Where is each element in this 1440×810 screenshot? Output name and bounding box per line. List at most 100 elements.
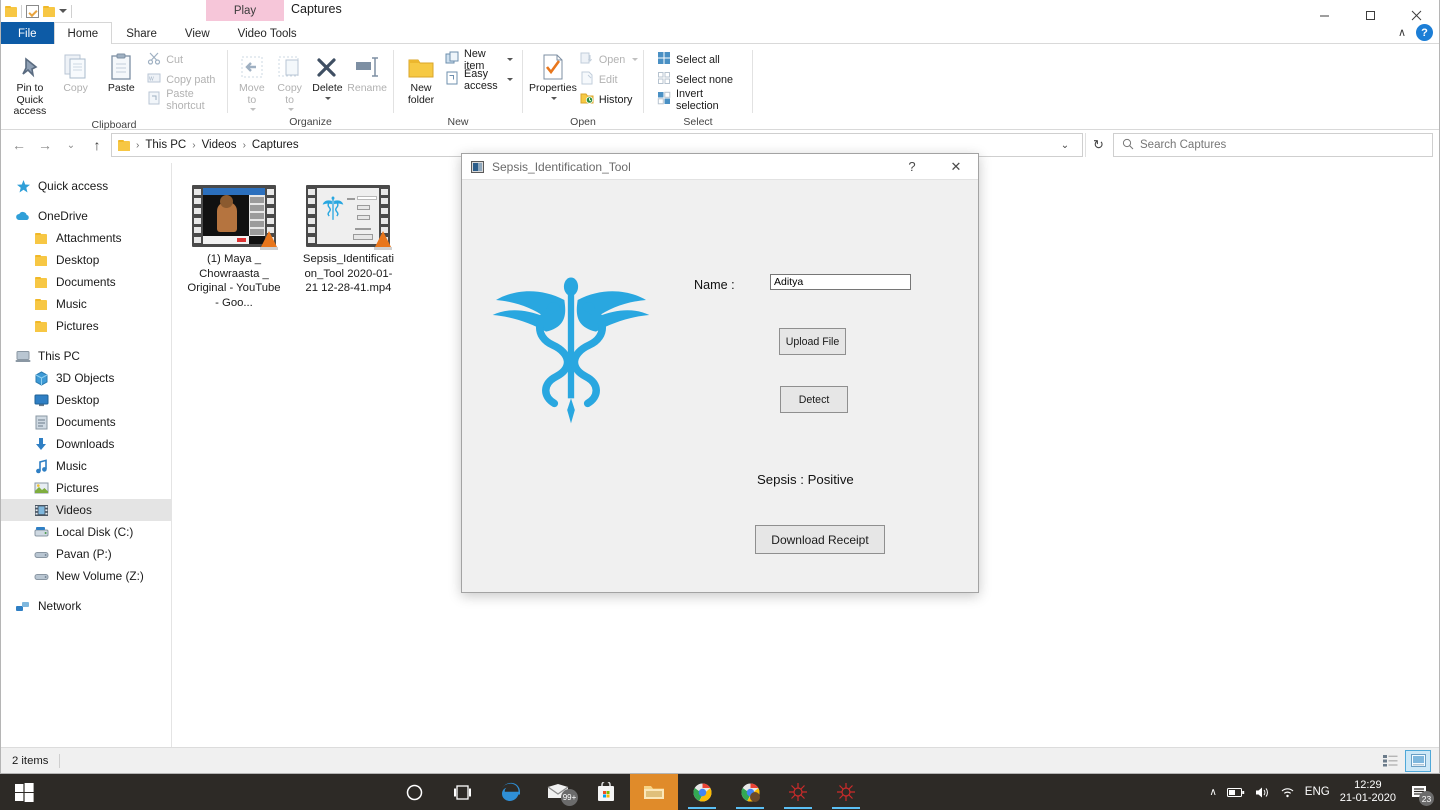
copy-to-button[interactable]: Copy to [272,48,308,111]
chevron-down-icon[interactable] [507,58,513,61]
sidebar-item-documents[interactable]: Documents [1,411,171,433]
show-hidden-icons-button[interactable]: ∧ [1209,787,1216,798]
sidebar-item-pavan-p[interactable]: Pavan (P:) [1,543,171,565]
chevron-down-icon[interactable] [249,108,256,111]
chrome-icon[interactable] [678,774,726,810]
clock[interactable]: 12:29 21-01-2020 [1340,779,1396,805]
microsoft-store-icon[interactable] [582,774,630,810]
sidebar-item-onedrive-music[interactable]: Music [1,293,171,315]
sidebar-item-onedrive-pictures[interactable]: Pictures [1,315,171,337]
file-item[interactable]: Sepsis_Identification_Tool 2020-01-21 12… [300,185,396,296]
open-button[interactable]: Open [577,50,641,69]
address-dropdown-icon[interactable]: ⌄ [1054,133,1076,157]
sidebar-item-onedrive[interactable]: OneDrive [1,205,171,227]
tab-share[interactable]: Share [112,22,171,44]
language-indicator[interactable]: ENG [1305,786,1330,798]
search-box[interactable]: Search Captures [1113,133,1433,157]
sidebar-item-desktop[interactable]: Desktop [1,389,171,411]
task-view-icon[interactable] [438,774,486,810]
sidebar-item-local-disk-c[interactable]: Local Disk (C:) [1,521,171,543]
customize-caret-icon[interactable] [59,9,67,13]
chevron-down-icon[interactable] [287,108,294,111]
forward-button[interactable]: → [33,133,57,157]
file-explorer-icon[interactable] [630,774,678,810]
notification-icon[interactable]: 23 [1406,779,1434,806]
upload-file-button[interactable]: Upload File [779,328,846,355]
tab-file[interactable]: File [1,22,54,44]
sidebar-item-this-pc[interactable]: This PC [1,345,171,367]
tab-home[interactable]: Home [53,22,113,44]
large-icons-view-button[interactable] [1405,749,1431,772]
sidebar-item-music[interactable]: Music [1,455,171,477]
name-input[interactable] [770,274,911,290]
edit-button[interactable]: Edit [577,70,641,89]
edit-label: Edit [598,73,618,86]
new-item-button[interactable]: New item [442,48,516,72]
sidebar-item-onedrive-documents[interactable]: Documents [1,271,171,293]
download-receipt-button[interactable]: Download Receipt [755,525,885,554]
cut-button[interactable]: Cut [144,50,221,69]
details-view-button[interactable] [1377,750,1403,772]
sidebar-item-downloads[interactable]: Downloads [1,433,171,455]
breadcrumb-item-this-pc[interactable]: This PC [143,139,188,151]
sidebar-label: New Volume (Z:) [56,569,144,583]
breadcrumb-item-captures[interactable]: Captures [250,139,301,151]
tab-video-tools[interactable]: Video Tools [224,22,311,44]
dialog-close-button[interactable]: ✕ [934,154,978,180]
sidebar-item-videos[interactable]: Videos [1,499,171,521]
edge-icon[interactable] [486,774,534,810]
quick-access-toolbar [5,2,72,20]
file-item[interactable]: (1) Maya _ Chowraasta _ Original - YouTu… [186,185,282,310]
copy-button[interactable]: Copy [53,48,99,95]
easy-access-button[interactable]: Easy access [442,68,516,92]
help-icon[interactable]: ? [1416,24,1433,41]
select-none-button[interactable]: Select none [654,70,746,89]
chrome-profile-icon[interactable] [726,774,774,810]
sidebar-item-pictures[interactable]: Pictures [1,477,171,499]
properties-button[interactable]: Properties [529,48,577,100]
wifi-icon[interactable] [1280,786,1295,798]
copy-path-button[interactable]: W Copy path [144,70,221,89]
collapse-ribbon-icon[interactable]: ∧ [1398,26,1406,39]
pin-to-quick-access-button[interactable]: Pin to Quick access [7,48,53,118]
sidebar-item-quick-access[interactable]: Quick access [1,175,171,197]
sidebar-item-3d-objects[interactable]: 3D Objects [1,367,171,389]
chevron-down-icon[interactable] [632,58,639,61]
back-button[interactable]: ← [7,133,31,157]
dialog-help-button[interactable]: ? [890,154,934,180]
chevron-down-icon[interactable] [550,96,557,100]
rename-button[interactable]: Rename [347,48,387,95]
paste-button[interactable]: Paste [98,48,144,95]
battery-icon[interactable] [1226,787,1245,798]
move-to-button[interactable]: Move to [234,48,270,111]
up-button[interactable]: ↑ [85,133,109,157]
invert-selection-button[interactable]: Invert selection [654,88,746,112]
sidebar-item-onedrive-desktop[interactable]: Desktop [1,249,171,271]
sidebar-item-new-volume-z[interactable]: New Volume (Z:) [1,565,171,587]
volume-icon[interactable] [1255,786,1270,799]
refresh-button[interactable]: ↻ [1085,133,1111,157]
start-button[interactable] [0,774,48,810]
properties-check-icon[interactable] [26,4,39,18]
history-button[interactable]: History [577,90,641,109]
sidebar-item-attachments[interactable]: Attachments [1,227,171,249]
tab-view[interactable]: View [171,22,224,44]
cortana-icon[interactable] [390,774,438,810]
chevron-down-icon[interactable] [325,96,332,100]
select-all-button[interactable]: Select all [654,50,746,69]
breadcrumb-item-videos[interactable]: Videos [200,139,239,151]
mail-icon[interactable]: 99+ [534,774,582,810]
chevron-down-icon[interactable] [507,78,513,81]
sepsis-identification-tool-dialog: Sepsis_Identification_Tool ? ✕ Name: Ad… [461,153,979,593]
new-folder-button[interactable]: New folder [400,48,442,106]
folder-icon[interactable] [5,5,17,17]
detect-button[interactable]: Detect [780,386,848,413]
new-folder-icon[interactable] [43,5,55,17]
paste-shortcut-button[interactable]: Paste shortcut [144,88,221,112]
delete-button[interactable]: Delete [310,48,346,100]
spyder-icon[interactable] [774,774,822,810]
spyder-2-icon[interactable] [822,774,870,810]
recent-locations-button[interactable]: ⌄ [59,133,83,157]
sidebar-item-network[interactable]: Network [1,595,171,617]
search-input[interactable]: Search Captures [1140,139,1226,151]
